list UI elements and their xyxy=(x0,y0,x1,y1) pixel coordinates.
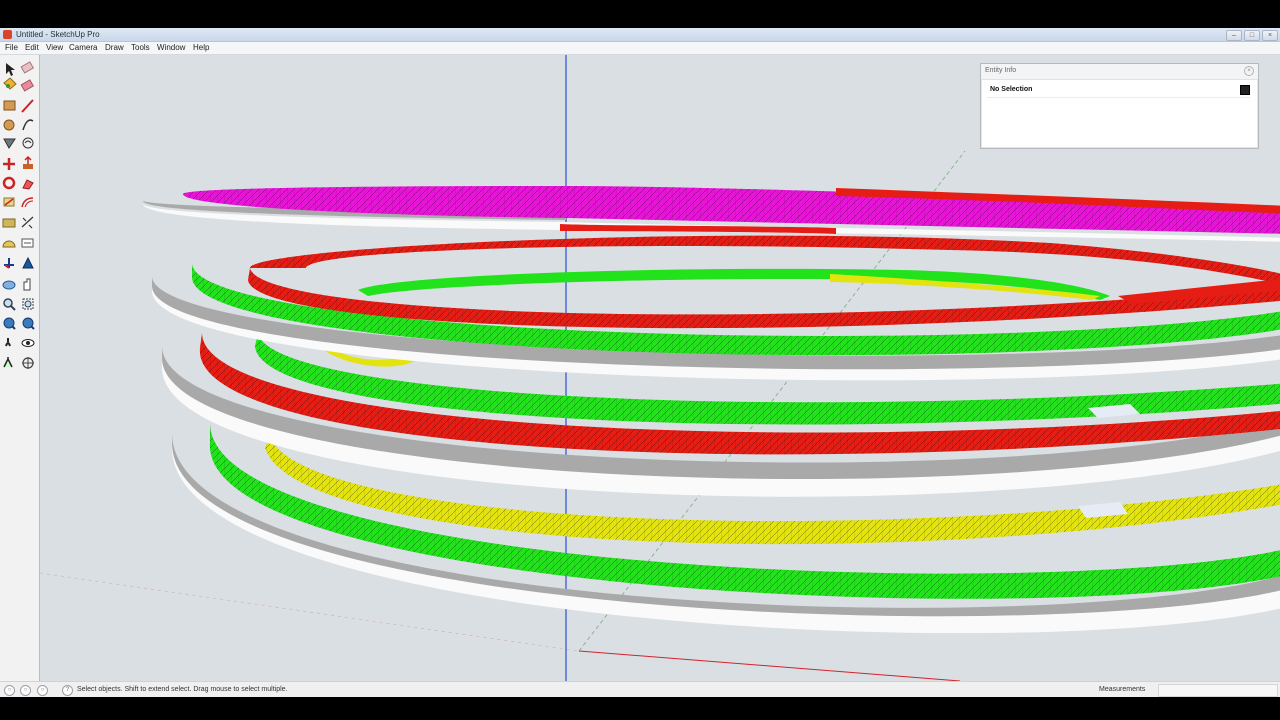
tool-palette xyxy=(0,55,40,681)
toggle-details-icon[interactable] xyxy=(1240,85,1250,95)
zoom-tool-icon[interactable] xyxy=(3,298,16,311)
maximize-button[interactable]: □ xyxy=(1244,30,1260,41)
follow-me-tool-icon[interactable] xyxy=(22,179,34,190)
tool-icons xyxy=(2,61,35,369)
menu-window[interactable]: Window xyxy=(157,43,185,53)
paint-bucket-tool-icon[interactable] xyxy=(3,77,17,90)
walk-tool-icon[interactable] xyxy=(5,338,11,347)
menu-draw[interactable]: Draw xyxy=(105,43,124,53)
circle-tool-icon[interactable] xyxy=(3,119,15,131)
sketchup-logo-icon xyxy=(3,30,12,39)
status-hint-text: Select objects. Shift to extend select. … xyxy=(77,686,288,693)
minimize-button[interactable]: – xyxy=(1226,30,1242,41)
measurements-label: Measurements xyxy=(1099,686,1146,693)
previous-view-tool-icon[interactable] xyxy=(22,317,35,330)
menu-file[interactable]: File xyxy=(5,43,18,53)
measurements-input[interactable] xyxy=(1158,684,1278,697)
rectangle-tool-icon[interactable] xyxy=(3,100,16,111)
help-icon[interactable]: ? xyxy=(62,685,73,696)
geo-location-icon[interactable]: ○ xyxy=(4,685,15,696)
protractor-tool-icon[interactable] xyxy=(2,240,16,248)
scale-tool-icon[interactable] xyxy=(3,197,15,207)
user-icon[interactable]: ○ xyxy=(37,685,48,696)
entity-info-row: No Selection xyxy=(987,85,1250,98)
status-bar: ○ ○ ○ ? Select objects. Shift to extend … xyxy=(0,681,1280,697)
spiral-level-4[interactable] xyxy=(143,186,1280,242)
menu-help[interactable]: Help xyxy=(193,43,209,53)
spiral-level-3[interactable] xyxy=(151,235,1280,381)
look-around-tool-icon[interactable] xyxy=(21,339,35,347)
arc-tool-icon[interactable] xyxy=(22,119,34,131)
eraser2-tool-icon[interactable] xyxy=(20,79,35,92)
menu-camera[interactable]: Camera xyxy=(69,43,97,53)
polygon-tool-icon[interactable] xyxy=(3,138,16,149)
line-tool-icon[interactable] xyxy=(21,99,34,113)
menu-edit[interactable]: Edit xyxy=(25,43,39,53)
position-camera-tool-icon[interactable] xyxy=(3,357,13,368)
red-axis-line xyxy=(578,650,961,681)
section-plane-tool-icon[interactable] xyxy=(22,357,34,369)
menu-view[interactable]: View xyxy=(46,43,63,53)
text-tool-icon[interactable] xyxy=(21,238,34,248)
close-icon[interactable]: × xyxy=(1244,66,1254,76)
freehand-tool-icon[interactable] xyxy=(22,137,34,149)
pan-tool-icon[interactable] xyxy=(23,278,31,291)
3d-text-tool-icon[interactable] xyxy=(22,256,34,269)
window-title: Untitled - SketchUp Pro xyxy=(16,30,100,39)
credits-icon[interactable]: ○ xyxy=(20,685,31,696)
entity-info-title: Entity Info xyxy=(985,67,1017,74)
select-tool-icon[interactable] xyxy=(6,63,15,76)
push-pull-tool-icon[interactable] xyxy=(23,155,33,169)
zoom-extents-tool-icon[interactable] xyxy=(3,317,16,330)
orbit-tool-icon[interactable] xyxy=(2,280,16,290)
entity-info-header: Entity Info × xyxy=(981,64,1258,80)
zoom-window-tool-icon[interactable] xyxy=(22,298,34,310)
move-tool-icon[interactable] xyxy=(3,158,15,170)
menu-tools[interactable]: Tools xyxy=(131,43,150,53)
menu-bar: File Edit View Camera Draw Tools Window … xyxy=(0,42,1280,55)
close-button[interactable]: × xyxy=(1262,30,1278,41)
title-bar: Untitled - SketchUp Pro – □ × xyxy=(0,28,1280,42)
selection-status: No Selection xyxy=(990,86,1033,93)
rotate-tool-icon[interactable] xyxy=(2,176,16,190)
offset-tool-icon[interactable] xyxy=(21,197,34,208)
eraser-tool-icon[interactable] xyxy=(20,61,35,74)
axes-tool-icon[interactable] xyxy=(4,258,14,269)
tape-measure-tool-icon[interactable] xyxy=(2,218,16,228)
dimension-tool-icon[interactable] xyxy=(21,216,34,229)
entity-info-panel: Entity Info × No Selection xyxy=(980,63,1259,149)
